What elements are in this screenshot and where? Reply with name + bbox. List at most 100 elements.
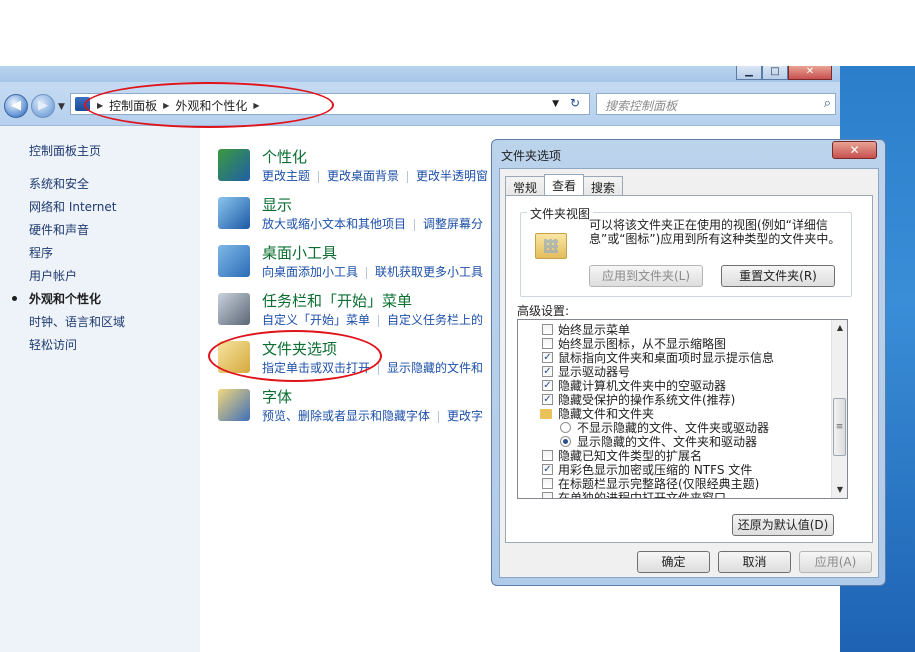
breadcrumb-control-panel[interactable]: 控制面板 — [109, 97, 157, 114]
sidebar-item-hardware[interactable]: 硬件和声音 — [29, 221, 89, 238]
checkbox[interactable] — [542, 324, 553, 335]
folder-icon — [540, 408, 552, 419]
adv-item-12[interactable]: 在单独的进程中打开文件夹窗口 — [542, 489, 727, 499]
category-link[interactable]: 更改半透明窗 — [416, 169, 488, 183]
advanced-settings-list[interactable]: 始终显示菜单 始终显示图标，从不显示缩略图 ✓ 鼠标指向文件夹和桌面项时显示提示信… — [517, 319, 848, 499]
checkbox[interactable] — [542, 478, 553, 489]
checkbox[interactable] — [542, 450, 553, 461]
address-dropdown-icon[interactable]: ▼ — [552, 99, 559, 109]
checkbox-checked[interactable]: ✓ — [542, 394, 553, 405]
control-panel-icon — [75, 97, 90, 111]
category-title[interactable]: 字体 — [262, 386, 292, 407]
breadcrumb-appearance[interactable]: 外观和个性化 — [175, 97, 247, 114]
chevron-right-icon[interactable]: ▶ — [163, 101, 169, 110]
search-input[interactable]: 搜索控制面板 ⌕ — [596, 93, 836, 115]
apply-button[interactable]: 应用(A) — [799, 551, 872, 573]
category-link[interactable]: 联机获取更多小工具 — [375, 265, 483, 279]
category-title[interactable]: 显示 — [262, 194, 292, 215]
link-divider — [378, 362, 380, 375]
chevron-right-icon[interactable]: ▶ — [253, 101, 259, 110]
category-link[interactable]: 更改字 — [447, 409, 483, 423]
checkbox[interactable] — [542, 492, 553, 498]
chevron-right-icon[interactable]: ▶ — [97, 101, 103, 110]
sidebar-item-home[interactable]: 控制面板主页 — [29, 142, 101, 159]
forward-button[interactable]: ▶ — [31, 94, 55, 118]
scroll-up-icon[interactable]: ▲ — [832, 320, 847, 336]
scroll-down-icon[interactable]: ▼ — [832, 482, 847, 498]
personalization-icon — [218, 149, 250, 181]
close-button[interactable]: ✕ — [788, 66, 832, 80]
scroll-thumb[interactable]: ≡ — [833, 398, 846, 456]
checkbox-checked[interactable]: ✓ — [542, 352, 553, 363]
category-links: 指定单击或双击打开 显示隐藏的文件和 — [262, 359, 483, 376]
category-title[interactable]: 文件夹选项 — [262, 338, 337, 359]
folder-view-icon — [535, 233, 567, 259]
refresh-icon[interactable]: ↻ — [565, 96, 585, 112]
adv-item-label: 在单独的进程中打开文件夹窗口 — [558, 491, 727, 499]
cancel-button[interactable]: 取消 — [718, 551, 791, 573]
folder-options-dialog: 文件夹选项 ✕ 常规 查看 搜索 文件夹视图 可以将该文件夹正在使用的视图(例如… — [491, 139, 886, 586]
advanced-list-scrollbar[interactable]: ▲ ≡ ▼ — [831, 320, 847, 498]
sidebar-item-ease-of-access[interactable]: 轻松访问 — [29, 336, 77, 353]
sidebar-item-system-security[interactable]: 系统和安全 — [29, 175, 89, 192]
category-link[interactable]: 调整屏幕分 — [423, 217, 483, 231]
restore-defaults-button[interactable]: 还原为默认值(D) — [732, 514, 834, 536]
category-link[interactable]: 预览、删除或者显示和隐藏字体 — [262, 409, 430, 423]
minimize-button[interactable]: ▁ — [736, 66, 762, 80]
category-title[interactable]: 任务栏和「开始」菜单 — [262, 290, 412, 311]
dialog-body: 常规 查看 搜索 文件夹视图 可以将该文件夹正在使用的视图(例如“详细信息”或“… — [499, 168, 879, 578]
view-tab-page: 文件夹视图 可以将该文件夹正在使用的视图(例如“详细信息”或“图标”)应用到所有… — [505, 195, 873, 543]
folder-view-label: 文件夹视图 — [527, 205, 594, 222]
sidebar-item-appearance[interactable]: 外观和个性化 — [29, 290, 101, 307]
advanced-settings-label: 高级设置: — [517, 304, 570, 318]
category-title[interactable]: 个性化 — [262, 146, 307, 167]
breadcrumb: ▶ 控制面板 ▶ 外观和个性化 ▶ — [97, 97, 260, 114]
checkbox[interactable] — [542, 338, 553, 349]
category-link[interactable]: 自定义任务栏上的 — [387, 313, 483, 327]
recent-pages-dropdown[interactable]: ▼ — [58, 102, 65, 112]
dialog-title: 文件夹选项 — [501, 149, 562, 163]
screenshot-margin — [0, 0, 915, 66]
address-bar[interactable]: ▶ 控制面板 ▶ 外观和个性化 ▶ ▼ ↻ — [70, 93, 590, 115]
display-icon — [218, 197, 250, 229]
maximize-button[interactable]: □ — [762, 66, 788, 80]
category-title[interactable]: 桌面小工具 — [262, 242, 337, 263]
link-divider — [318, 170, 320, 183]
folder-options-icon — [218, 341, 250, 373]
checkbox-checked[interactable]: ✓ — [542, 380, 553, 391]
link-divider — [366, 266, 368, 279]
checkbox-checked[interactable]: ✓ — [542, 464, 553, 475]
category-link[interactable]: 自定义「开始」菜单 — [262, 313, 370, 327]
sidebar: 控制面板主页 系统和安全 网络和 Internet 硬件和声音 程序 用户帐户 … — [0, 126, 200, 652]
checkbox-checked[interactable]: ✓ — [542, 366, 553, 377]
sidebar-item-network[interactable]: 网络和 Internet — [29, 198, 116, 215]
category-link[interactable]: 放大或缩小文本和其他项目 — [262, 217, 406, 231]
radio-button-selected[interactable] — [560, 436, 571, 447]
category-links: 放大或缩小文本和其他项目 调整屏幕分 — [262, 215, 483, 232]
window-titlebar: ▁ □ ✕ — [0, 66, 840, 82]
category-link[interactable]: 显示隐藏的文件和 — [387, 361, 483, 375]
category-link[interactable]: 指定单击或双击打开 — [262, 361, 370, 375]
back-button[interactable]: ◀ — [4, 94, 28, 118]
sidebar-item-programs[interactable]: 程序 — [29, 244, 53, 261]
category-link[interactable]: 向桌面添加小工具 — [262, 265, 358, 279]
sidebar-item-clock-region[interactable]: 时钟、语言和区域 — [29, 313, 125, 330]
search-placeholder: 搜索控制面板 — [605, 99, 678, 113]
folder-view-description: 可以将该文件夹正在使用的视图(例如“详细信息”或“图标”)应用到所有这种类型的文… — [589, 218, 841, 246]
category-links: 自定义「开始」菜单 自定义任务栏上的 — [262, 311, 483, 328]
ok-button[interactable]: 确定 — [637, 551, 710, 573]
category-links: 向桌面添加小工具 联机获取更多小工具 — [262, 263, 483, 280]
category-link[interactable]: 更改桌面背景 — [327, 169, 399, 183]
link-divider — [438, 410, 440, 423]
apply-to-folders-button[interactable]: 应用到文件夹(L) — [589, 265, 703, 287]
sidebar-item-user-accounts[interactable]: 用户帐户 — [29, 267, 77, 284]
dialog-close-button[interactable]: ✕ — [832, 141, 877, 159]
folder-view-group: 文件夹视图 可以将该文件夹正在使用的视图(例如“详细信息”或“图标”)应用到所有… — [520, 205, 852, 297]
navigation-bar: ◀ ▶ ▼ ▶ 控制面板 ▶ 外观和个性化 ▶ ▼ ↻ 搜索控制面板 ⌕ — [0, 82, 840, 126]
category-links: 更改主题 更改桌面背景 更改半透明窗 — [262, 167, 488, 184]
reset-folders-button[interactable]: 重置文件夹(R) — [721, 265, 835, 287]
category-links: 预览、删除或者显示和隐藏字体 更改字 — [262, 407, 483, 424]
search-icon[interactable]: ⌕ — [824, 96, 831, 111]
radio-button[interactable] — [560, 422, 571, 433]
category-link[interactable]: 更改主题 — [262, 169, 310, 183]
